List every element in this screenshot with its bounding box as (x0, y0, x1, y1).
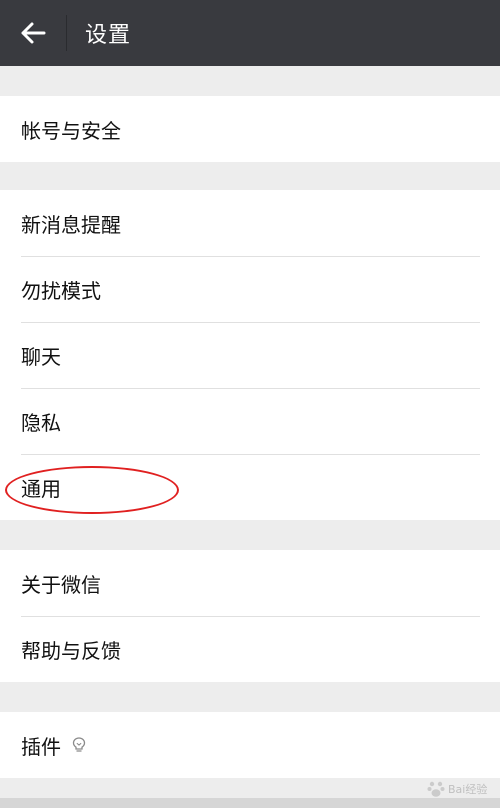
settings-item-label: 聊天 (21, 344, 61, 369)
settings-item-label: 隐私 (21, 410, 61, 435)
settings-group-general: 新消息提醒 勿扰模式 聊天 隐私 通用 (0, 190, 500, 520)
settings-item-label: 新消息提醒 (21, 212, 121, 237)
settings-group-account: 帐号与安全 (0, 96, 500, 162)
back-button[interactable] (0, 0, 66, 66)
settings-item-chat[interactable]: 聊天 (0, 322, 500, 388)
bottom-edge (0, 798, 500, 808)
watermark: Bai经验 (426, 776, 492, 802)
settings-item-do-not-disturb[interactable]: 勿扰模式 (0, 256, 500, 322)
settings-item-general[interactable]: 通用 (0, 454, 500, 520)
settings-item-label: 插件 (21, 734, 61, 759)
watermark-text: Bai经验 (448, 783, 488, 796)
lightbulb-icon (71, 736, 87, 754)
settings-item-label: 帮助与反馈 (21, 638, 121, 663)
settings-item-privacy[interactable]: 隐私 (0, 388, 500, 454)
settings-group-plugins: 插件 (0, 712, 500, 778)
settings-item-plugins[interactable]: 插件 (0, 712, 500, 778)
header-divider (66, 15, 67, 51)
settings-item-about-wechat[interactable]: 关于微信 (0, 550, 500, 616)
settings-item-label: 勿扰模式 (21, 278, 101, 303)
settings-item-label: 帐号与安全 (21, 118, 121, 143)
baidu-paw-icon (427, 781, 445, 797)
page-title: 设置 (85, 23, 132, 48)
settings-item-new-message-alert[interactable]: 新消息提醒 (0, 190, 500, 256)
top-bar: 设置 (0, 0, 500, 66)
settings-group-about: 关于微信 帮助与反馈 (0, 550, 500, 682)
settings-item-label: 关于微信 (21, 572, 101, 597)
settings-item-help-feedback[interactable]: 帮助与反馈 (0, 616, 500, 682)
arrow-left-icon (21, 22, 46, 44)
settings-item-label: 通用 (21, 476, 61, 501)
settings-item-account-security[interactable]: 帐号与安全 (0, 96, 500, 162)
